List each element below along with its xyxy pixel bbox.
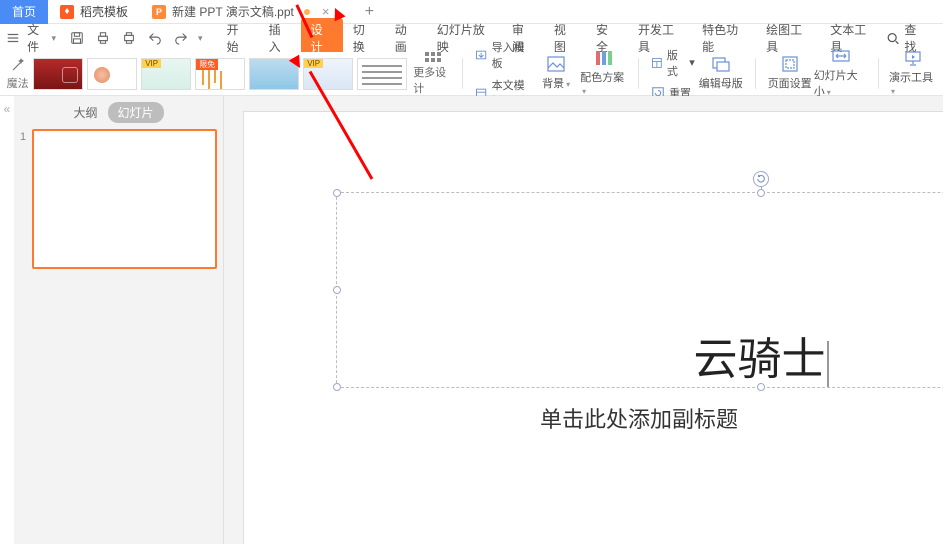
slide-number: 1 bbox=[20, 129, 26, 269]
redo-icon[interactable] bbox=[172, 29, 190, 47]
subtitle-placeholder-text[interactable]: 单击此处添加副标题 bbox=[540, 402, 738, 434]
print-icon[interactable] bbox=[120, 29, 138, 47]
file-menu[interactable]: 文件▾ bbox=[23, 21, 60, 55]
ppt-file-icon: P bbox=[152, 5, 166, 19]
template-thumb[interactable] bbox=[33, 58, 83, 90]
rotate-handle-icon[interactable] bbox=[753, 171, 769, 187]
slide-size-button[interactable]: 幻灯片大小▾ bbox=[814, 52, 868, 95]
template-thumb[interactable] bbox=[87, 58, 137, 90]
magic-button[interactable]: 魔法 bbox=[6, 52, 29, 95]
template-thumb[interactable]: 限免 bbox=[195, 58, 245, 90]
slide-size-icon bbox=[832, 48, 850, 64]
tab-docer[interactable]: ♦ 稻壳模板 bbox=[48, 0, 140, 24]
outline-tab[interactable]: 大纲 bbox=[73, 104, 97, 121]
collapse-sidebar-icon[interactable]: « bbox=[0, 96, 14, 544]
present-tools-button[interactable]: 演示工具▾ bbox=[889, 52, 937, 95]
color-scheme-icon bbox=[595, 50, 613, 66]
grid-icon bbox=[425, 52, 441, 62]
color-scheme-button[interactable]: 配色方案▾ bbox=[580, 52, 628, 95]
docer-icon: ♦ bbox=[60, 5, 74, 19]
edit-master-button[interactable]: 编辑母版 bbox=[697, 52, 745, 95]
title-placeholder[interactable]: 云骑士 bbox=[336, 192, 943, 388]
page-setup-icon bbox=[781, 56, 799, 72]
slide-canvas-area: 云骑士 单击此处添加副标题 bbox=[224, 96, 943, 544]
chevron-down-icon: ▾ bbox=[52, 33, 57, 44]
slide-thumbnail[interactable] bbox=[32, 129, 217, 269]
template-thumb[interactable] bbox=[357, 58, 407, 90]
unsaved-dot-icon bbox=[304, 9, 310, 15]
resize-handle[interactable] bbox=[333, 189, 341, 197]
hamburger-icon[interactable] bbox=[4, 29, 21, 47]
template-gallery: VIP 限免 VIP bbox=[33, 52, 407, 95]
slides-tab[interactable]: 幻灯片 bbox=[108, 102, 164, 123]
save-icon[interactable] bbox=[68, 29, 86, 47]
title-text[interactable]: 云骑士 bbox=[694, 323, 829, 387]
present-tools-icon bbox=[904, 50, 922, 66]
more-design-button[interactable]: 更多设计 bbox=[413, 52, 452, 95]
template-thumb[interactable]: VIP bbox=[303, 58, 353, 90]
page-setup-button[interactable]: 页面设置 bbox=[766, 52, 814, 95]
qat-more-icon[interactable]: ▾ bbox=[198, 33, 203, 44]
resize-handle[interactable] bbox=[333, 286, 341, 294]
slide-panel: 大纲 幻灯片 1 bbox=[14, 96, 224, 544]
layout-button[interactable]: 版式▾ bbox=[649, 46, 697, 80]
template-thumb[interactable] bbox=[249, 58, 299, 90]
import-template-button[interactable]: 导入模板 bbox=[473, 38, 532, 72]
slide-page[interactable]: 云骑士 单击此处添加副标题 bbox=[244, 112, 943, 544]
text-caret-icon bbox=[828, 341, 829, 387]
print-preview-icon[interactable] bbox=[94, 29, 112, 47]
close-tab-icon[interactable]: × bbox=[322, 4, 330, 19]
background-button[interactable]: 背景▾ bbox=[532, 52, 580, 95]
resize-handle[interactable] bbox=[333, 383, 341, 391]
background-icon bbox=[547, 56, 565, 72]
template-thumb[interactable]: VIP bbox=[141, 58, 191, 90]
edit-master-icon bbox=[712, 56, 730, 72]
tab-home[interactable]: 首页 bbox=[0, 0, 48, 24]
resize-handle[interactable] bbox=[757, 189, 765, 197]
undo-icon[interactable] bbox=[146, 29, 164, 47]
